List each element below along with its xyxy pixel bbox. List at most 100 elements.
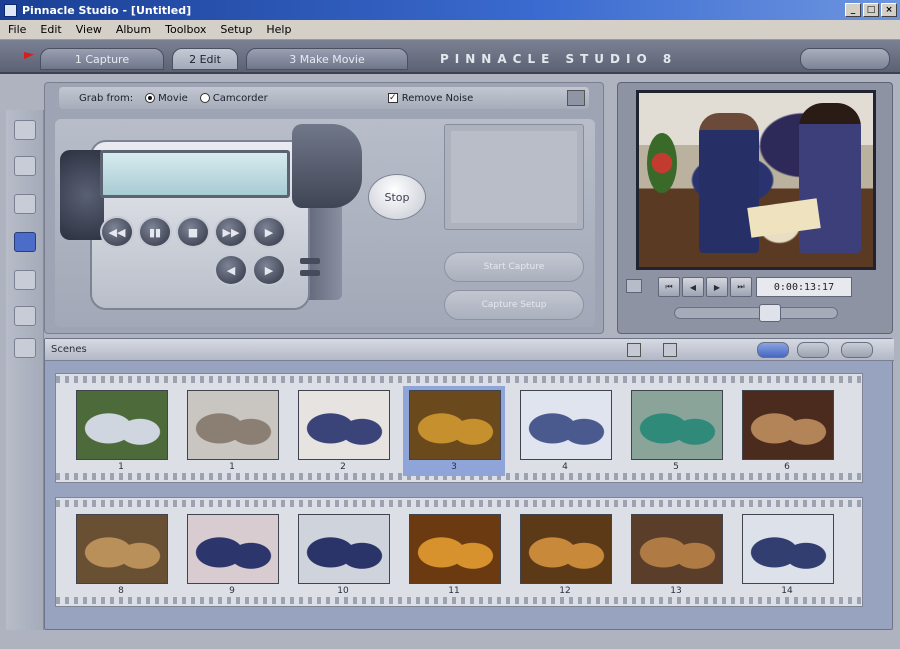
effects-icon[interactable] [14,306,36,326]
capture-video-icon[interactable] [14,232,36,252]
camcorder-lens [60,150,104,240]
movie-option[interactable]: Movie [145,93,188,104]
menu-file[interactable]: File [8,23,26,36]
tab-capture[interactable]: 1 Capture [40,48,164,70]
preview-person-right [799,103,861,253]
capture-source-bar: Grab from: Movie Camcorder ✓ Remove Nois… [59,87,589,109]
tab-edit-label: 2 Edit [189,52,221,66]
fast-forward-button[interactable]: ▶▶ [214,216,248,248]
video-toolbox-icon[interactable] [14,120,36,140]
scene-image [520,514,612,584]
album-scenes-icon[interactable] [14,338,36,358]
volume-icon[interactable] [626,279,642,293]
scene-number: 5 [673,462,679,472]
tab-edit[interactable]: 2 Edit [172,48,238,70]
menu-view[interactable]: View [76,23,102,36]
scene-thumbnail[interactable]: 12 [514,510,616,600]
scene-thumbnail[interactable]: 13 [625,510,727,600]
rewind-button[interactable]: ◀◀ [100,216,134,248]
player-scrubber[interactable] [674,304,838,322]
stop-cam-button[interactable]: ■ [176,216,210,248]
app-icon [4,3,17,17]
camcorder-eyepiece [292,124,362,208]
scene-thumbnail[interactable]: 4 [514,386,616,476]
player-play-button[interactable]: ▶ [706,277,728,297]
menu-bar: File Edit View Album Toolbox Setup Help [0,20,900,40]
scene-thumbnail[interactable]: 10 [292,510,394,600]
scrubber-handle[interactable] [759,304,781,322]
prev-page-icon[interactable] [627,343,641,357]
trim-icon[interactable] [14,194,36,214]
next-page-icon[interactable] [663,343,677,357]
remove-noise-label: Remove Noise [401,92,474,104]
rewind-icon: ◀◀ [108,225,126,239]
scene-image [631,514,723,584]
capture-setup-button[interactable]: Capture Setup [444,290,584,320]
studio-window: Pinnacle Studio - [Untitled] _ □ × File … [0,0,900,649]
menu-album[interactable]: Album [116,23,151,36]
scene-thumbnail[interactable]: 2 [292,386,394,476]
menu-toolbox[interactable]: Toolbox [165,23,206,36]
expand-icon[interactable] [567,90,585,106]
scene-image [298,390,390,460]
scene-thumbnail[interactable]: 8 [70,510,172,600]
timecode-display[interactable]: 0:00:13:17 [756,277,852,297]
camcorder-slot [300,258,320,264]
pause-icon: ▮▮ [148,225,162,239]
tab-make-movie[interactable]: 3 Make Movie [246,48,408,70]
camcorder-option[interactable]: Camcorder [199,93,268,104]
close-button[interactable]: × [881,3,897,17]
scene-number: 3 [451,462,457,472]
audio-icon[interactable] [14,270,36,290]
video-scenes-tab[interactable] [757,342,789,358]
scene-thumbnail[interactable]: 1 [70,386,172,476]
go-to-start-button[interactable]: ⏮ [658,277,680,297]
scene-thumbnail[interactable]: 14 [736,510,838,600]
start-capture-label: Start Capture [483,262,545,272]
title-bar: Pinnacle Studio - [Untitled] _ □ × [0,0,900,20]
clip-properties-icon[interactable] [14,156,36,176]
start-capture-button[interactable]: Start Capture [444,252,584,282]
tab-make-movie-label: 3 Make Movie [289,52,365,66]
menu-edit[interactable]: Edit [40,23,61,36]
titles-tab[interactable] [797,342,829,358]
remove-noise-checkbox[interactable]: ✓ Remove Noise [387,92,474,104]
capture-setup-label: Capture Setup [481,300,547,310]
mode-tab-bar: 1 Capture 2 Edit 3 Make Movie PINNACLE S… [0,40,900,74]
step-back-frame-button[interactable]: ◀ [682,277,704,297]
sound-effects-tab[interactable] [841,342,873,358]
step-forward-button[interactable]: ▶ [252,254,286,286]
pause-button[interactable]: ▮▮ [138,216,172,248]
scene-image [631,390,723,460]
menu-help[interactable]: Help [266,23,291,36]
menu-setup[interactable]: Setup [220,23,252,36]
help-button[interactable] [800,48,890,70]
camcorder-slot [300,270,320,276]
minimize-button[interactable]: _ [845,3,861,17]
scene-thumbnail[interactable]: 5 [625,386,727,476]
scene-number: 11 [448,586,460,596]
scene-image [409,514,501,584]
maximize-button[interactable]: □ [863,3,879,17]
film-perforation [56,376,862,383]
step-back-button[interactable]: ◀ [214,254,248,286]
step-back-icon: ◀ [226,263,236,277]
scene-number: 4 [562,462,568,472]
stop-icon: ■ [187,225,199,239]
capture-stop-button[interactable]: Stop [368,174,426,220]
scene-thumbnail[interactable]: 6 [736,386,838,476]
scene-number: 1 [229,462,235,472]
scene-image [409,390,501,460]
camcorder-lcd [100,150,290,198]
step-forward-icon: ▶ [264,263,274,277]
scene-thumbnail[interactable]: 9 [181,510,283,600]
go-to-end-button[interactable]: ⏭ [730,277,752,297]
scene-image [742,514,834,584]
scene-thumbnail[interactable]: 11 [403,510,505,600]
window-title: Pinnacle Studio - [Untitled] [22,3,192,17]
scene-thumbnail[interactable]: 1 [181,386,283,476]
scene-number: 12 [559,586,571,596]
play-button[interactable]: ▶ [252,216,286,248]
scene-thumbnail[interactable]: 3 [403,386,505,476]
album-section-label[interactable]: Scenes [51,344,87,355]
